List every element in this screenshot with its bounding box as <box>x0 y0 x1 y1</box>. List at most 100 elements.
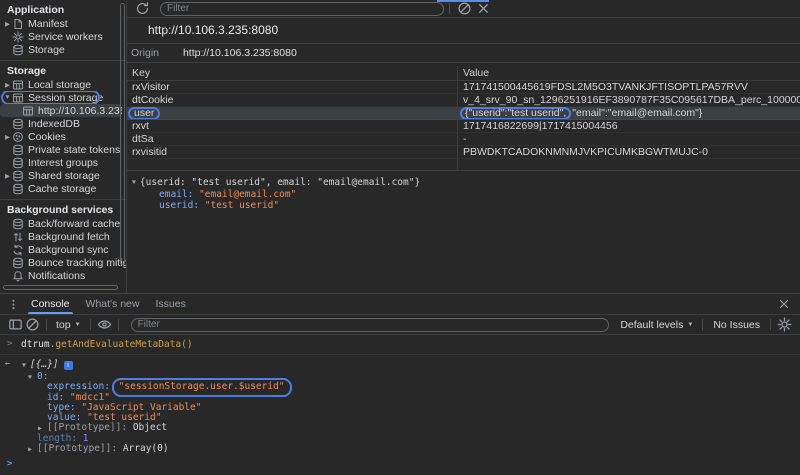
table-cell-value: {"userid":"test userid","email":"email@e… <box>457 107 800 119</box>
origin-label: Origin <box>131 47 159 59</box>
table-row-rxvisitor[interactable]: rxVisitor171741500445619FDSL2M5O3TVANKJF… <box>127 81 800 94</box>
execution-context-selector[interactable]: top▼ <box>52 319 85 331</box>
delete-item-icon[interactable] <box>476 2 491 16</box>
sidebar-item-label: Notifications <box>28 270 85 282</box>
refresh-icon[interactable] <box>135 2 150 16</box>
active-panel-tab-indicator <box>437 0 489 2</box>
sidebar-item-indexeddb[interactable]: IndexedDB <box>0 117 126 130</box>
chevron-collapsed-icon[interactable]: ▶ <box>28 444 37 454</box>
console-tree-row-prototype[interactable]: ▶[[Prototype]]: Array(0) <box>0 444 800 454</box>
sidebar-item-bounce-tracking-mitigations[interactable]: Bounce tracking mitigations <box>0 256 126 269</box>
property-key: [[Prototype]]: <box>37 443 117 454</box>
tab-whats-new[interactable]: What's new <box>78 294 148 314</box>
chevron-collapsed-icon[interactable]: ▶ <box>3 81 12 89</box>
sidebar-item-label: Service workers <box>28 31 103 43</box>
value-rest: "email":"email@email.com"} <box>572 107 702 119</box>
sidebar-item-shared-storage[interactable]: ▶Shared storage <box>0 169 126 182</box>
log-levels-dropdown[interactable]: Default levels▼ <box>616 319 697 331</box>
toolbar-divider <box>46 319 47 330</box>
close-drawer-icon[interactable] <box>777 297 791 311</box>
sidebar-item-background-sync[interactable]: Background sync <box>0 243 126 256</box>
chevron-expanded-icon[interactable]: ▼ <box>132 178 136 186</box>
console-settings-icon[interactable] <box>777 318 792 332</box>
sidebar-item-label: Session storage <box>28 92 103 104</box>
tab-issues[interactable]: Issues <box>147 294 193 314</box>
sidebar-item-label: Storage <box>28 44 65 56</box>
clear-console-icon[interactable] <box>25 318 40 332</box>
tab-console[interactable]: Console <box>23 294 78 314</box>
sidebar-item-background-fetch[interactable]: Background fetch <box>0 230 126 243</box>
database-icon <box>12 118 24 130</box>
database-icon <box>12 44 24 56</box>
fetch-icon <box>12 231 24 243</box>
storage-items-table: Key Value rxVisitor171741500445619FDSL2M… <box>127 66 800 171</box>
sidebar-item-http-10-106-3-235-8080[interactable]: http://10.106.3.235:8080 <box>0 104 122 117</box>
table-cell-key: rxvt <box>127 120 457 132</box>
issues-status[interactable]: No Issues <box>708 319 765 331</box>
sidebar-item-label: Background fetch <box>28 231 110 243</box>
table-icon <box>12 92 24 104</box>
property-value: "sessionStorage.user.$userid" <box>119 381 285 392</box>
chevron-down-icon: ▼ <box>687 322 693 328</box>
sidebar-item-cookies[interactable]: ▶Cookies <box>0 130 126 143</box>
command-object: dtrum. <box>21 339 55 350</box>
command-method: getAndEvaluateMetaData() <box>55 339 192 350</box>
origin-row: Origin http://10.106.3.235:8080 <box>127 44 800 63</box>
chevron-collapsed-icon[interactable]: ▶ <box>3 172 12 180</box>
more-options-icon[interactable] <box>7 298 20 311</box>
preview-summary-text: {userid: "test userid", email: "email@em… <box>140 177 420 188</box>
table-header-row: Key Value <box>127 66 800 81</box>
console-tree-row-prototype[interactable]: ▶[[Prototype]]: Object <box>0 423 800 433</box>
sidebar-item-manifest[interactable]: ▶ Manifest <box>0 17 126 30</box>
sidebar-section-title: Application <box>0 3 126 17</box>
service-worker-icon <box>12 31 24 43</box>
preview-value: "email@email.com" <box>199 189 296 200</box>
sidebar-item-cache-storage[interactable]: Cache storage <box>0 182 126 195</box>
console-prompt[interactable]: > <box>0 459 800 471</box>
storage-filter-input[interactable] <box>160 2 444 16</box>
preview-summary[interactable]: ▼ {userid: "test userid", email: "email@e… <box>132 177 800 189</box>
toolbar-divider <box>90 319 91 330</box>
result-summary-text: [{…}] <box>30 359 59 370</box>
sidebar-item-service-workers[interactable]: Service workers <box>0 30 126 43</box>
sidebar-horizontal-scrollbar[interactable] <box>3 285 118 290</box>
console-tree-row-expression[interactable]: expression: "sessionStorage.user.$userid… <box>0 382 800 392</box>
chevron-collapsed-icon[interactable]: ▶ <box>3 133 12 141</box>
info-icon[interactable]: i <box>64 361 73 370</box>
sidebar-item-local-storage[interactable]: ▶Local storage <box>0 78 126 91</box>
table-cell-value: - <box>457 133 800 145</box>
create-live-expression-icon[interactable] <box>97 318 112 332</box>
file-icon <box>12 18 24 30</box>
column-header-value[interactable]: Value <box>457 66 800 80</box>
value-preview-pane: ▼ {userid: "test userid", email: "email@e… <box>127 177 800 212</box>
chevron-collapsed-icon[interactable]: ▶ <box>3 20 12 28</box>
sidebar-item-private-state-tokens[interactable]: Private state tokens <box>0 143 126 156</box>
application-sidebar: Application ▶ ManifestService workersStora… <box>0 0 127 293</box>
table-row-rxvisitid[interactable]: rxvisitidPBWDKTCADOKNMNMJVKPICUMKBGWTMUJ… <box>127 146 800 159</box>
chevron-expanded-icon[interactable]: ▼ <box>22 361 26 369</box>
sidebar-item-interest-groups[interactable]: Interest groups <box>0 156 126 169</box>
sidebar-item-storage[interactable]: Storage <box>0 43 126 56</box>
column-header-key[interactable]: Key <box>127 66 457 80</box>
sidebar-item-session-storage[interactable]: ▼ Session storage <box>0 91 126 104</box>
clear-storage-icon[interactable] <box>457 2 472 16</box>
sidebar-vertical-scrollbar[interactable] <box>120 3 125 265</box>
console-messages: > dtrum.getAndEvaluateMetaData() ← ▼[{…}… <box>0 335 800 471</box>
property-value: Array(0) <box>123 443 169 454</box>
table-cell-key: user <box>127 107 457 119</box>
table-row-user[interactable]: user{"userid":"test userid","email":"ema… <box>127 107 800 120</box>
database-icon <box>12 157 24 169</box>
console-sidebar-toggle-icon[interactable] <box>8 318 23 332</box>
sidebar-item-back-forward-cache[interactable]: Back/forward cache <box>0 217 126 230</box>
sidebar-divider <box>0 199 126 200</box>
table-row-dtcookie[interactable]: dtCookiev_4_srv_90_sn_1296251916EF389078… <box>127 94 800 107</box>
console-result-summary[interactable]: ← ▼[{…}]i <box>0 355 800 372</box>
table-row-dtsa[interactable]: dtSa- <box>127 133 800 146</box>
database-icon <box>12 257 24 269</box>
sidebar-item-notifications[interactable]: Notifications <box>0 269 126 282</box>
chevron-expanded-icon[interactable]: ▼ <box>3 94 12 101</box>
sidebar-item-label: Manifest <box>28 18 68 30</box>
console-filter-input[interactable] <box>131 318 610 332</box>
chevron-expanded-icon[interactable]: ▼ <box>28 372 37 382</box>
table-row-rxvt[interactable]: rxvt1717416822699|1717415004456 <box>127 120 800 133</box>
